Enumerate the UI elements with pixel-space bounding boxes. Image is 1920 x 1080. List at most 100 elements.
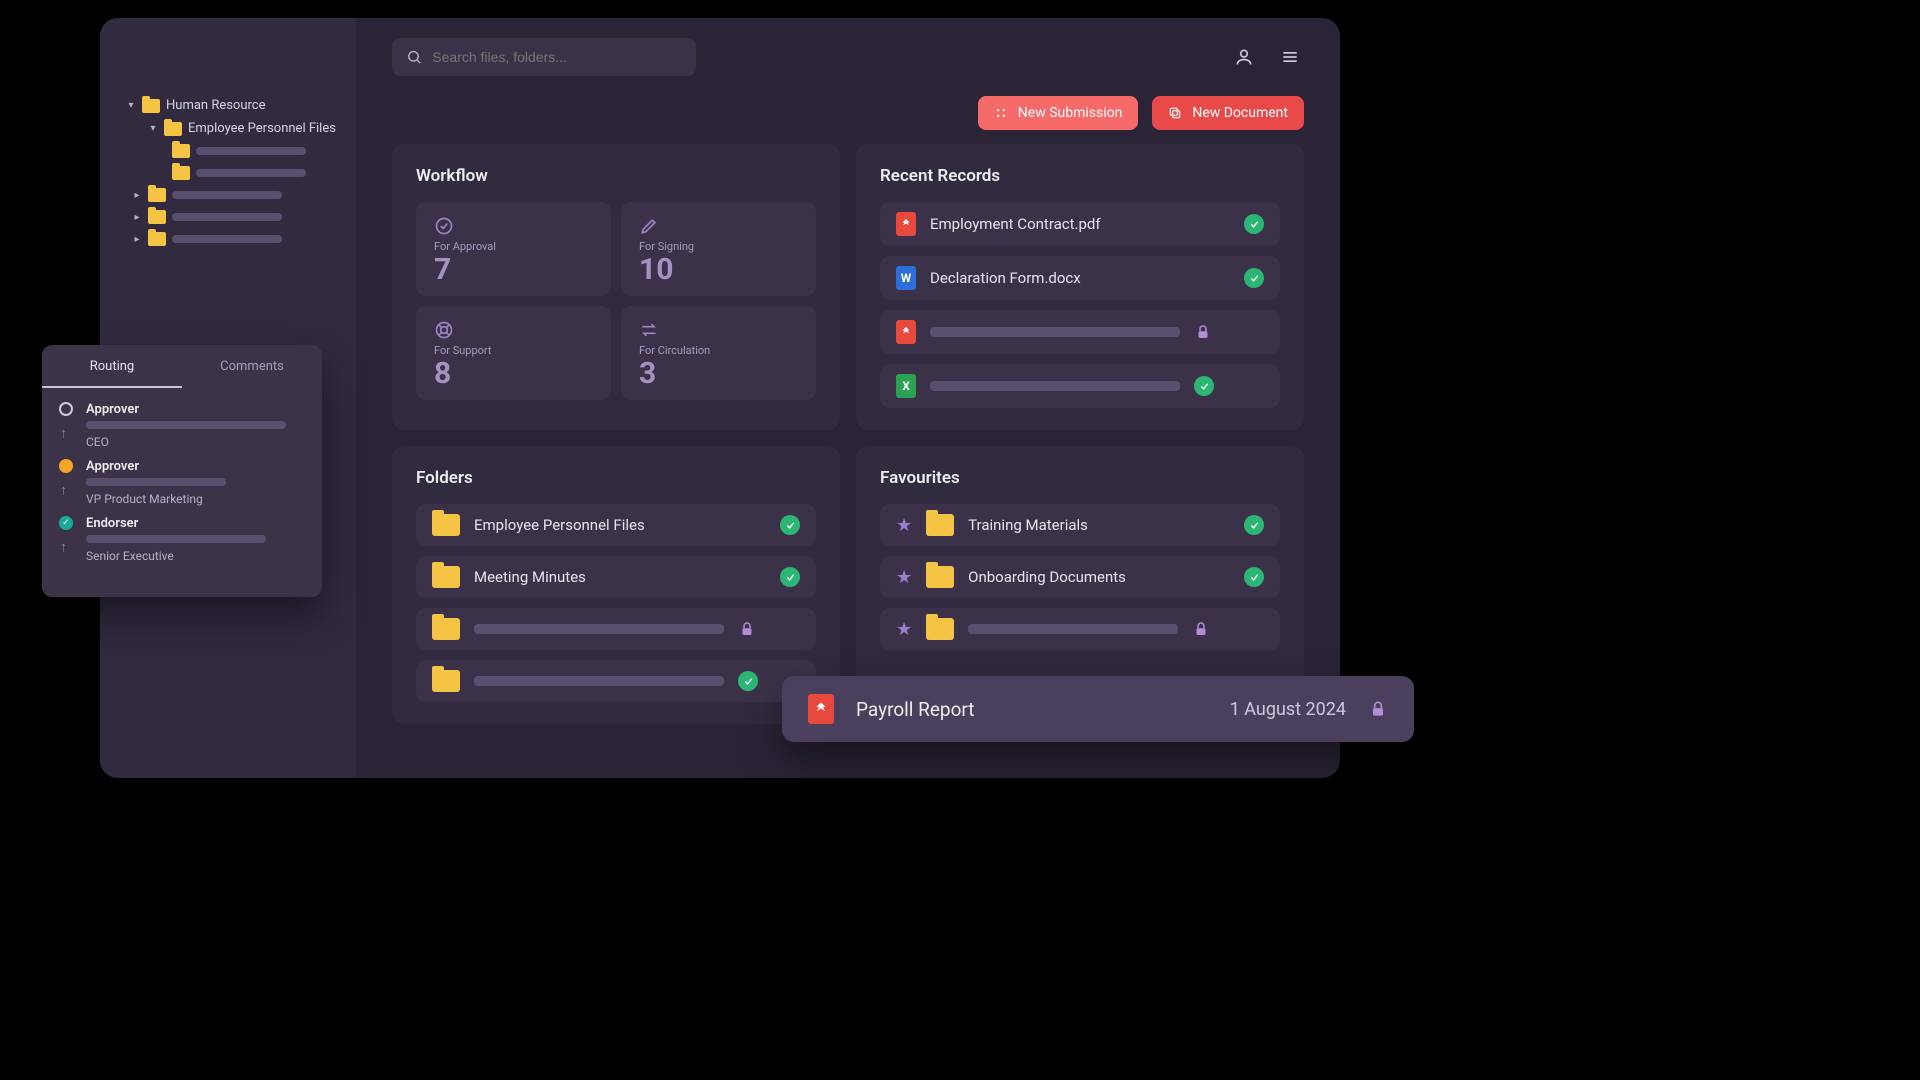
item-name: Onboarding Documents [968,568,1230,586]
placeholder-text [196,169,306,177]
folder-row[interactable] [416,660,816,702]
item-name: Meeting Minutes [474,568,766,586]
panel-title: Folders [416,468,816,488]
new-document-button[interactable]: New Document [1152,96,1304,130]
workflow-support[interactable]: For Support 8 [416,306,611,400]
tree-item-placeholder[interactable] [108,162,348,184]
placeholder-text [86,535,266,543]
workflow-signing[interactable]: For Signing 10 [621,202,816,296]
favourite-row[interactable]: ★ Onboarding Documents [880,556,1280,598]
menu-icon[interactable] [1276,43,1304,71]
folder-icon [172,166,190,180]
routing-steps: Approver CEO Approver VP Product Marketi… [42,388,322,597]
lock-icon [738,620,756,638]
star-icon: ★ [896,619,912,640]
card-value: 8 [434,357,593,390]
payroll-card[interactable]: Payroll Report 1 August 2024 [782,676,1414,742]
status-ok-icon [1194,376,1214,396]
folder-icon [142,99,160,113]
xlsx-icon: X [896,374,916,398]
card-label: For Support [434,344,593,357]
tab-routing[interactable]: Routing [42,345,182,388]
folder-icon [432,670,460,692]
item-name: Declaration Form.docx [930,269,1230,287]
recent-row[interactable] [880,310,1280,354]
folder-row[interactable] [416,608,816,650]
status-ok-icon [1244,567,1264,587]
favourites-list: ★ Training Materials ★ Onboarding Docume… [880,504,1280,650]
payroll-date: 1 August 2024 [1230,699,1346,720]
tree-item-child[interactable]: ▾ Employee Personnel Files [108,117,348,140]
routing-step: ✓ Endorser Senior Executive [58,516,306,563]
favourite-row[interactable]: ★ [880,608,1280,650]
chevron-down-icon: ▾ [148,123,158,134]
new-submission-button[interactable]: New Submission [978,96,1139,130]
tree-item-collapsed[interactable]: ▸ [108,228,348,250]
status-ok-icon [1244,214,1264,234]
item-name: Training Materials [968,516,1230,534]
folder-icon [148,232,166,246]
card-label: For Approval [434,240,593,253]
workflow-approval[interactable]: For Approval 7 [416,202,611,296]
folder-row[interactable]: Employee Personnel Files [416,504,816,546]
workflow-circulation[interactable]: For Circulation 3 [621,306,816,400]
step-person: CEO [86,435,306,449]
routing-tabs: Routing Comments [42,345,322,388]
status-dot-active [59,459,73,473]
recent-row[interactable]: Employment Contract.pdf [880,202,1280,246]
folder-icon [432,514,460,536]
grid-icon [994,106,1008,120]
tree-item-collapsed[interactable]: ▸ [108,184,348,206]
item-name: Employee Personnel Files [474,516,766,534]
pdf-icon [808,694,834,724]
placeholder-text [930,327,1180,337]
placeholder-text [172,191,282,199]
tree-item-root[interactable]: ▾ Human Resource [108,94,348,117]
card-value: 7 [434,253,593,286]
tree-item-collapsed[interactable]: ▸ [108,206,348,228]
recent-row[interactable]: W Declaration Form.docx [880,256,1280,300]
placeholder-text [172,213,282,221]
main-content: New Submission New Document Workflow For… [356,18,1340,778]
chevron-right-icon: ▸ [132,234,142,245]
tree-item-placeholder[interactable] [108,140,348,162]
panel-title: Workflow [416,166,816,186]
folder-icon [164,122,182,136]
status-ok-icon [780,515,800,535]
status-ok-icon [1244,515,1264,535]
step-role: Endorser [86,516,306,531]
docx-icon: W [896,266,916,290]
folder-row[interactable]: Meeting Minutes [416,556,816,598]
lock-icon [1368,699,1388,719]
folders-list: Employee Personnel Files Meeting Minutes [416,504,816,702]
favourite-row[interactable]: ★ Training Materials [880,504,1280,546]
placeholder-text [968,624,1178,634]
top-icons [1230,43,1304,71]
status-ok-icon [738,671,758,691]
tab-comments[interactable]: Comments [182,345,322,388]
pdf-icon [896,212,916,236]
search-box[interactable] [392,38,696,76]
step-person: VP Product Marketing [86,492,306,506]
user-icon[interactable] [1230,43,1258,71]
panel-title: Favourites [880,468,1280,488]
arrow-up-icon [65,422,67,443]
payroll-name: Payroll Report [856,698,975,721]
status-dot-done: ✓ [59,516,73,530]
folder-icon [148,210,166,224]
placeholder-text [86,478,226,486]
chevron-right-icon: ▸ [132,212,142,223]
search-input[interactable] [432,49,682,65]
panel-title: Recent Records [880,166,1280,186]
folder-icon [172,144,190,158]
tree-label: Employee Personnel Files [188,121,336,136]
pen-icon [639,216,798,236]
topbar [392,38,1304,76]
recent-row[interactable]: X [880,364,1280,408]
lifebuoy-icon [434,320,593,340]
step-person: Senior Executive [86,549,306,563]
lock-icon [1194,323,1212,341]
dashboard-grid: Workflow For Approval 7 For Signing 10 [392,144,1304,724]
button-label: New Document [1192,105,1288,121]
tree-label: Human Resource [166,98,266,113]
